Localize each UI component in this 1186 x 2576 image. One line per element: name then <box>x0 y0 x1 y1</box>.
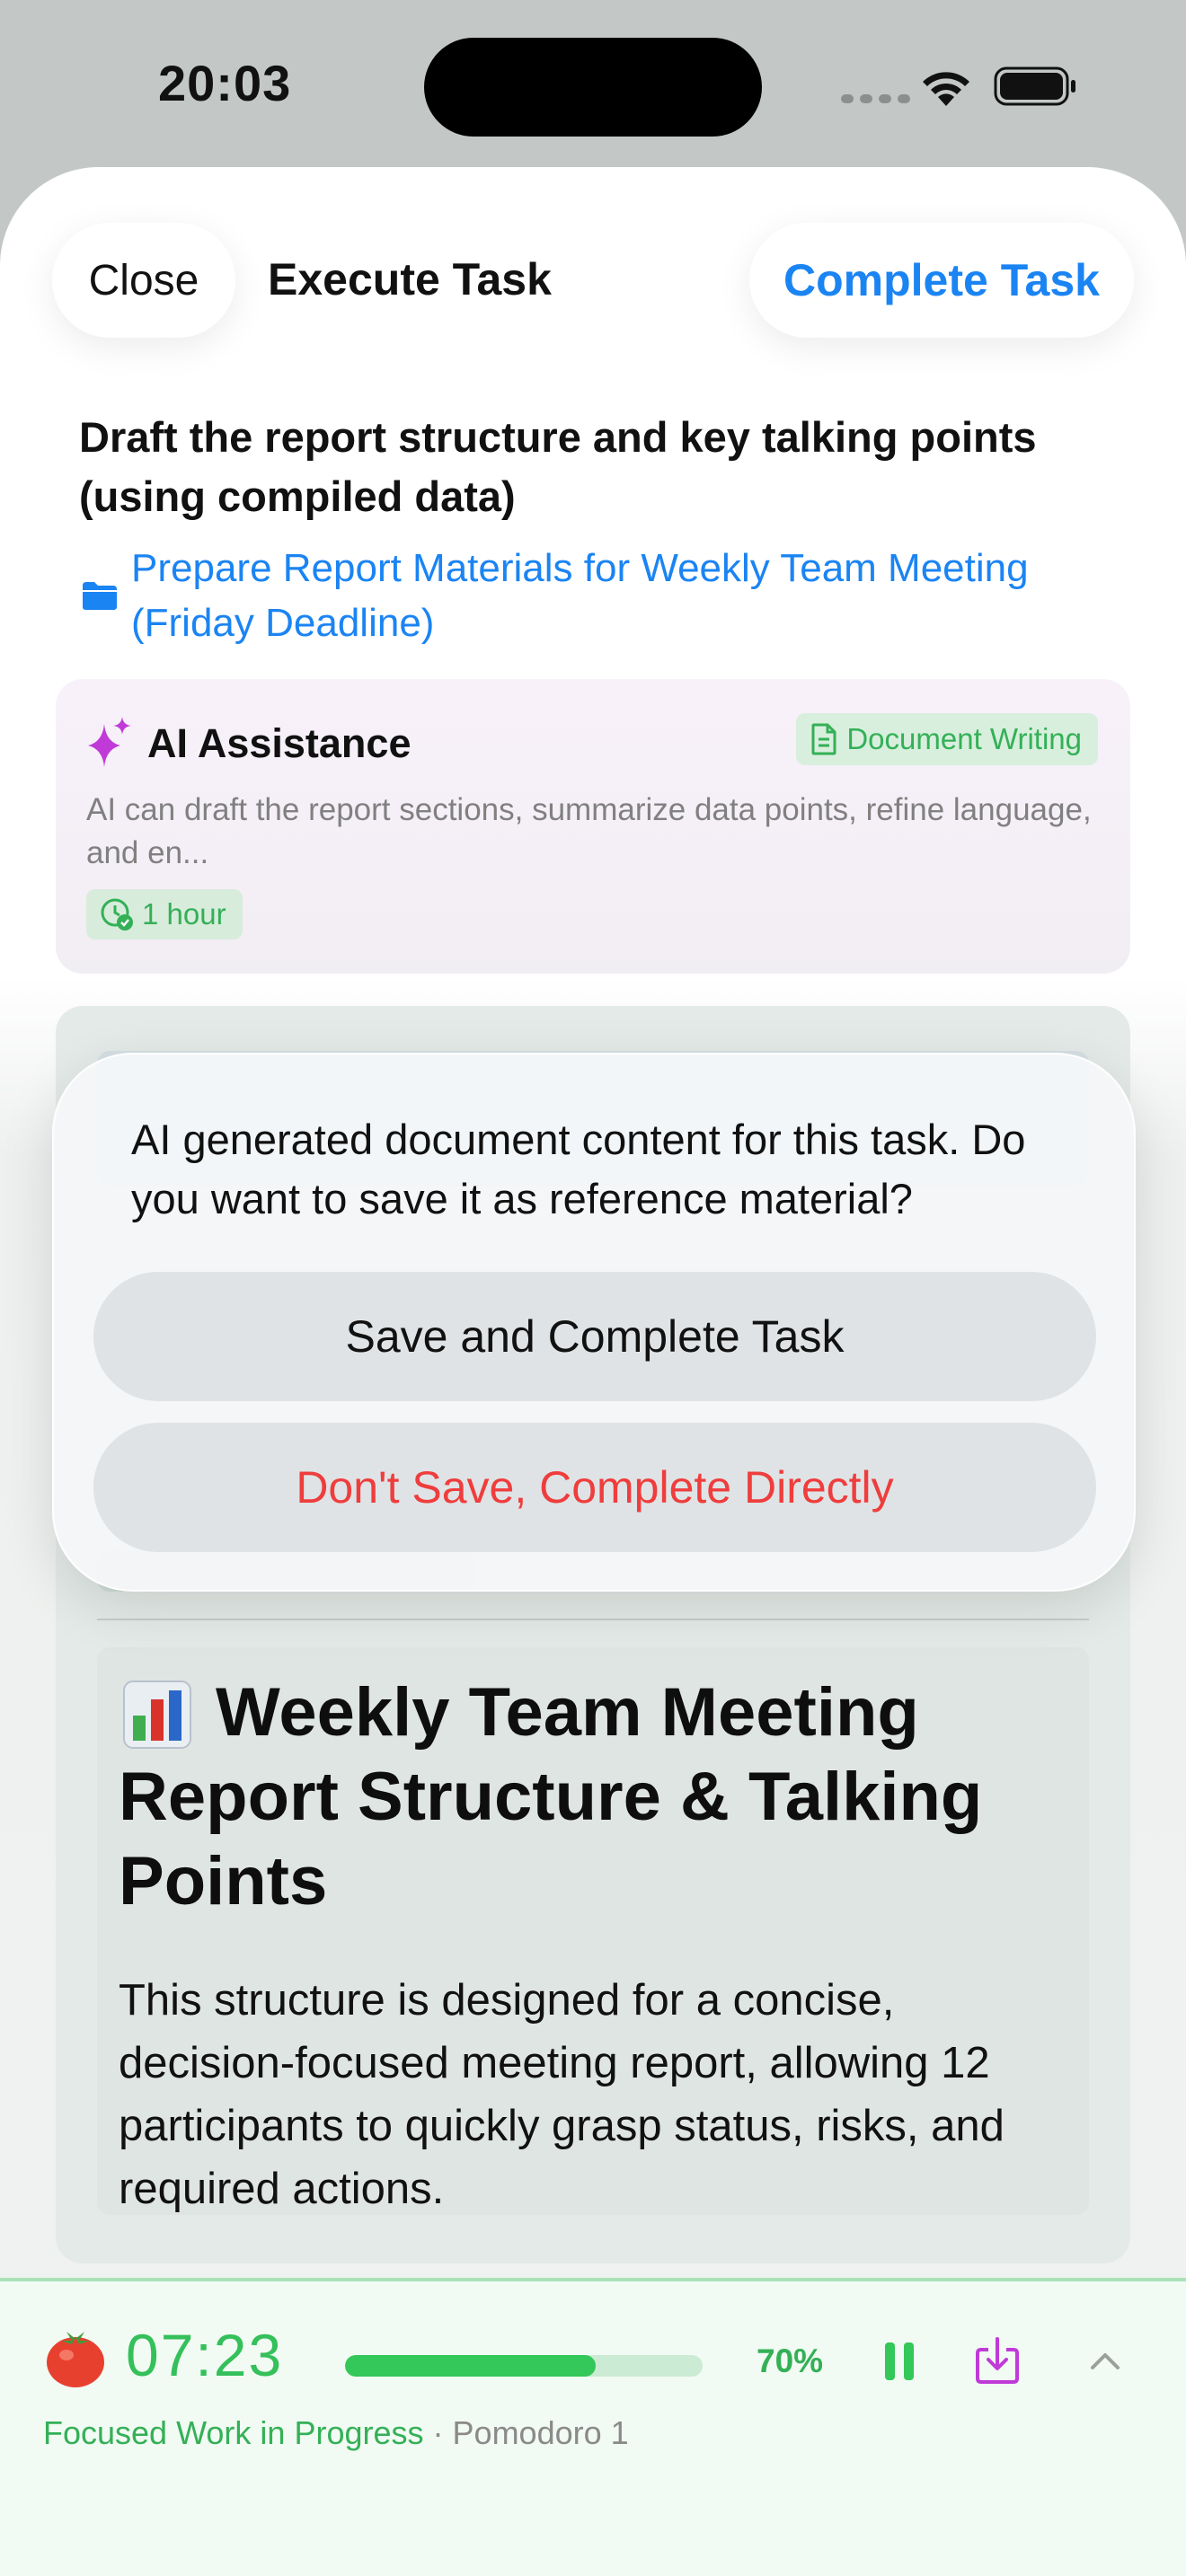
close-button[interactable]: Close <box>52 223 235 338</box>
clock-check-icon <box>101 898 133 931</box>
document-body: This structure is designed for a concise… <box>119 1976 1005 2213</box>
wifi-icon <box>923 72 969 106</box>
dialog-message: AI generated document content for this t… <box>131 1116 1026 1222</box>
dont-save-complete-button[interactable]: Don't Save, Complete Directly <box>93 1423 1096 1552</box>
separator: · <box>432 2414 444 2451</box>
parent-project-link[interactable]: Prepare Report Materials for Weekly Team… <box>131 541 1120 650</box>
progress-percent: 70% <box>757 2342 824 2379</box>
badge-label: Document Writing <box>846 722 1082 755</box>
document-heading: Weekly Team Meeting Report Structure & T… <box>119 1674 983 1919</box>
page-title: Execute Task <box>268 254 552 304</box>
sparkle-icon <box>88 717 131 767</box>
pomodoro-session: Pomodoro 1 <box>452 2414 629 2451</box>
tomato-icon <box>47 2332 104 2387</box>
ai-assistance-title: AI Assistance <box>147 720 412 766</box>
status-time: 20:03 <box>158 55 292 111</box>
pomodoro-status-line: Focused Work in Progress · Pomodoro 1 <box>43 2414 629 2452</box>
dynamic-island <box>424 38 762 137</box>
ai-assistance-card: AI Assistance Document Writing AI can dr… <box>56 679 1130 974</box>
pause-icon[interactable] <box>882 2339 916 2384</box>
pomodoro-timer: 07:23 <box>126 2322 284 2388</box>
document-icon <box>811 723 836 755</box>
divider <box>97 1619 1089 1620</box>
pomodoro-status: Focused Work in Progress <box>43 2414 424 2451</box>
task-title: Draft the report structure and key talki… <box>79 413 1037 520</box>
save-download-icon[interactable] <box>974 2335 1021 2386</box>
generated-document-preview: Weekly Team Meeting Report Structure & T… <box>97 1647 1089 2215</box>
status-bar: 20:03 <box>0 0 1186 171</box>
cellular-signal-icon <box>841 92 916 108</box>
folder-icon <box>83 582 117 610</box>
duration-badge: 1 hour <box>86 889 243 940</box>
chevron-up-icon[interactable] <box>1087 2348 1123 2373</box>
duration-label: 1 hour <box>142 897 226 931</box>
document-writing-badge: Document Writing <box>796 713 1098 765</box>
complete-task-button[interactable]: Complete Task <box>749 223 1134 338</box>
save-and-complete-button[interactable]: Save and Complete Task <box>93 1272 1096 1401</box>
battery-icon <box>994 66 1075 106</box>
ai-description: AI can draft the report sections, summar… <box>86 792 1092 870</box>
progress-fill <box>345 2355 596 2377</box>
save-reference-dialog: AI generated document content for this t… <box>52 1053 1136 1592</box>
pomodoro-bar[interactable]: 07:23 70% Focused Work in Progress · Pom… <box>0 2278 1186 2576</box>
pomodoro-progress-bar <box>345 2355 703 2377</box>
